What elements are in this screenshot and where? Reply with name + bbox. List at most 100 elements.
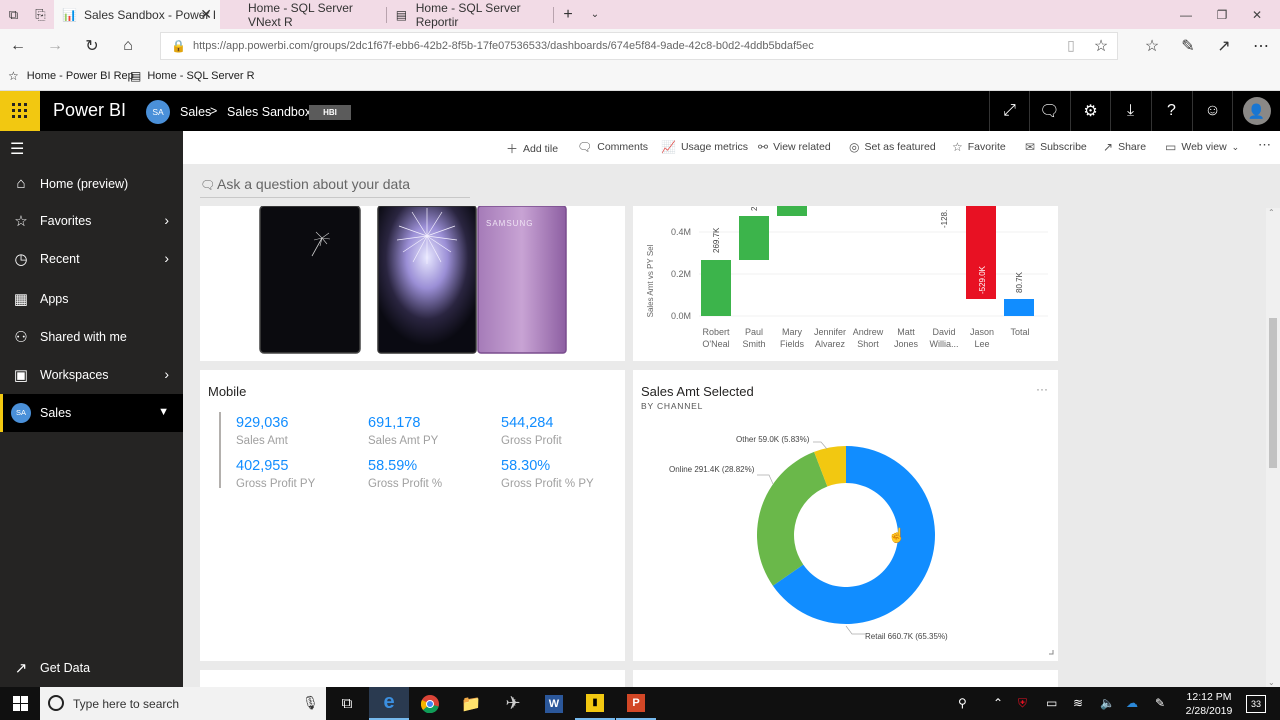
action-center-icon[interactable]: 33: [1246, 695, 1266, 713]
share-button[interactable]: ↗ Share: [1103, 140, 1146, 154]
nav-item-get-data[interactable]: ↗ Get Data: [0, 649, 183, 687]
feedback-smiley-icon[interactable]: ☺: [1192, 91, 1232, 131]
x-tick-label: Short: [857, 339, 879, 349]
refresh-icon[interactable]: ↻: [74, 29, 110, 62]
pen-workspace-icon[interactable]: ✎: [1155, 696, 1165, 710]
task-view-icon[interactable]: ⧉: [327, 687, 367, 720]
lock-icon: 🔒: [171, 39, 186, 53]
microphone-icon[interactable]: 🎙: [302, 695, 319, 711]
notifications-icon[interactable]: 🗨: [1029, 91, 1069, 131]
people-icon[interactable]: ⚲: [958, 696, 967, 710]
scroll-down-icon[interactable]: ⌄: [1268, 678, 1275, 687]
windows-start-icon[interactable]: [0, 687, 40, 720]
nav-item-workspaces[interactable]: ▣ Workspaces ›: [0, 356, 183, 394]
taskbar-clock[interactable]: 12:12 PM 2/28/2019: [1180, 690, 1238, 718]
partial-tile[interactable]: [633, 670, 1058, 687]
more-options-icon[interactable]: ⋯: [1258, 137, 1271, 153]
x-tick-label: Fields: [780, 339, 805, 349]
nav-item-label: Get Data: [40, 661, 91, 675]
new-tab-icon[interactable]: +: [553, 0, 583, 29]
chrome-taskbar-icon[interactable]: [410, 687, 450, 720]
sql-tool-icon[interactable]: ✈: [493, 687, 533, 720]
comments-button[interactable]: 🗨 Comments: [577, 140, 648, 154]
nav-item-favorites[interactable]: ☆ Favorites ›: [0, 202, 183, 240]
tray-chevron-up-icon[interactable]: ⌃: [993, 696, 1003, 710]
help-icon[interactable]: ?: [1151, 91, 1191, 131]
browser-tab-sales-sandbox[interactable]: 📊 Sales Sandbox - Power I ✕: [54, 0, 220, 29]
forward-icon[interactable]: →: [37, 29, 73, 62]
vertical-scrollbar[interactable]: ⌃ ⌄: [1266, 208, 1280, 687]
scrollbar-thumb[interactable]: [1269, 318, 1277, 468]
battery-icon[interactable]: ▭: [1046, 696, 1057, 710]
breadcrumb-workspace[interactable]: Sales: [180, 105, 211, 119]
taskbar-search-box[interactable]: Type here to search 🎙: [40, 687, 326, 720]
app-name[interactable]: Power BI: [53, 100, 126, 121]
chevron-down-icon[interactable]: ▼: [158, 406, 169, 418]
sensitivity-badge: HBI: [309, 105, 351, 120]
donut-chart-tile[interactable]: Sales Amt Selected BY CHANNEL ··· Retail…: [633, 370, 1058, 661]
word-taskbar-icon[interactable]: W: [534, 687, 574, 720]
favorite-link-sql[interactable]: ▤ Home - SQL Server R: [130, 69, 255, 83]
close-tab-icon[interactable]: ✕: [200, 6, 212, 23]
nav-item-sales[interactable]: SA Sales ▼: [0, 394, 183, 432]
subscribe-button[interactable]: ✉ Subscribe: [1025, 140, 1087, 154]
breadcrumb-dashboard[interactable]: Sales Sandbox: [227, 105, 311, 119]
browser-tab-sql-reporting[interactable]: ▤ Home - SQL Server Reportir: [387, 0, 553, 29]
nav-item-home[interactable]: ⌂ Home (preview): [0, 165, 183, 203]
volume-icon[interactable]: 🔈: [1100, 696, 1115, 710]
favorite-button[interactable]: ☆ Favorite: [952, 140, 1006, 154]
chevron-right-icon[interactable]: ›: [164, 250, 169, 266]
chevron-right-icon[interactable]: ›: [164, 366, 169, 382]
favorites-hub-icon[interactable]: ☆: [1134, 29, 1170, 62]
wifi-icon[interactable]: ≋: [1073, 696, 1083, 710]
kpi-gross-profit-pct: 58.59% Gross Profit %: [368, 458, 442, 490]
x-tick-label: O'Neal: [702, 339, 729, 349]
image-tile[interactable]: SAMSUNG: [200, 205, 625, 361]
qna-input[interactable]: 🗨 Ask a question about your data: [200, 176, 470, 198]
browser-tab-sql-vnext[interactable]: Home - SQL Server VNext R: [220, 0, 386, 29]
set-aside-tabs-icon[interactable]: ⎘: [27, 0, 54, 29]
back-icon[interactable]: ←: [0, 29, 36, 62]
view-related-button[interactable]: ⚯ View related: [758, 140, 831, 154]
mobile-kpi-tile[interactable]: Mobile 929,036 Sales Amt 691,178 Sales A…: [200, 370, 625, 661]
nav-item-recent[interactable]: ◷ Recent ›: [0, 240, 183, 278]
security-tray-icon[interactable]: ⛨: [1018, 696, 1027, 711]
pen-icon[interactable]: ✎: [1170, 29, 1206, 62]
leader-line-retail: [845, 625, 865, 635]
hamburger-menu-icon[interactable]: ☰: [10, 139, 24, 159]
favorite-link-powerbi[interactable]: ☆ Home - Power BI Rep: [8, 69, 134, 83]
nav-item-apps[interactable]: ▦ Apps: [0, 280, 183, 318]
reading-view-icon[interactable]: ▯: [1056, 29, 1086, 62]
scroll-up-icon[interactable]: ⌃: [1268, 208, 1275, 217]
tab-list-chevron-icon[interactable]: ⌄: [583, 0, 607, 29]
close-window-icon[interactable]: ✕: [1234, 0, 1280, 29]
powerpoint-taskbar-icon[interactable]: P: [616, 687, 656, 720]
settings-gear-icon[interactable]: ⚙: [1070, 91, 1110, 131]
nav-item-shared[interactable]: ⚇ Shared with me: [0, 318, 183, 356]
usage-metrics-button[interactable]: 📈 Usage metrics: [661, 140, 748, 154]
tab-label: Sales Sandbox - Power I: [84, 7, 217, 22]
set-as-featured-button[interactable]: ◎ Set as featured: [849, 140, 936, 154]
y-tick-label: 0.2M: [671, 269, 691, 279]
home-browser-icon[interactable]: ⌂: [110, 29, 146, 62]
app-launcher-icon[interactable]: [0, 91, 40, 131]
user-profile-icon[interactable]: 👤: [1232, 91, 1280, 131]
file-explorer-icon[interactable]: 📁: [451, 687, 491, 720]
onedrive-icon[interactable]: ☁: [1126, 696, 1138, 710]
share-browser-icon[interactable]: ↗: [1206, 29, 1242, 62]
tab-preview-icon[interactable]: ⧉: [0, 0, 27, 29]
download-icon[interactable]: ⤓: [1110, 91, 1150, 131]
fullscreen-icon[interactable]: ⤢: [989, 91, 1029, 131]
donut-slice-online[interactable]: [757, 451, 828, 586]
chevron-right-icon[interactable]: ›: [164, 212, 169, 228]
web-view-dropdown[interactable]: ▭ Web view ⌄: [1165, 140, 1239, 154]
edge-taskbar-icon[interactable]: e: [369, 687, 409, 720]
data-label: 269.7K: [712, 227, 721, 253]
add-tile-button[interactable]: ＋ Add tile: [506, 140, 558, 157]
url-field[interactable]: 🔒 https://app.powerbi.com/groups/2dc1f67…: [160, 32, 1118, 60]
more-browser-icon[interactable]: ⋯: [1243, 29, 1279, 62]
favorite-star-icon[interactable]: ☆: [1086, 29, 1116, 62]
powerbi-desktop-icon[interactable]: ▮: [575, 687, 615, 720]
partial-tile[interactable]: [200, 670, 625, 687]
waterfall-chart-tile[interactable]: Sales Amt vs PY Sel 0.4M 0.2M 0.0M 269.7…: [633, 206, 1058, 361]
